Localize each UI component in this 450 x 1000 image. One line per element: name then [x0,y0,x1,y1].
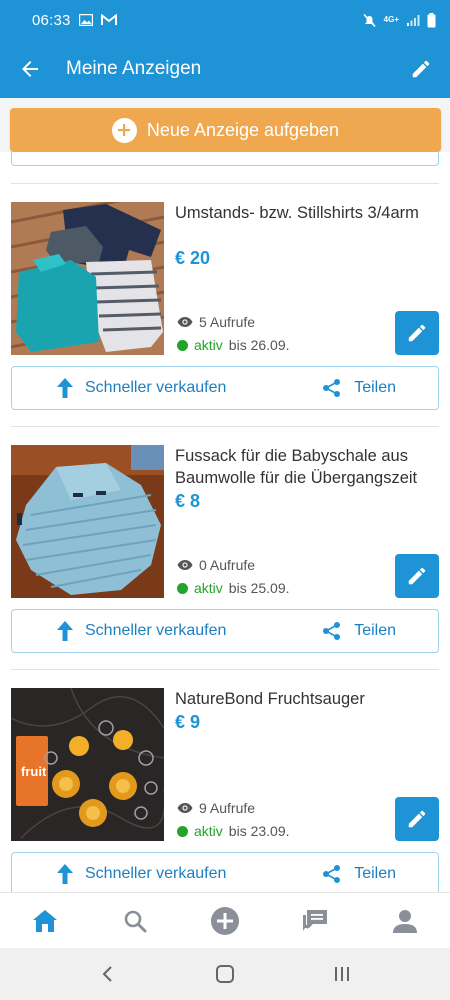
fruit-box-label: fruit [21,764,47,779]
pencil-icon [408,810,426,828]
nav-home[interactable] [20,896,70,946]
share-button[interactable]: Teilen [322,378,396,398]
nav-profile[interactable] [380,896,430,946]
share-button[interactable]: Teilen [322,621,396,641]
page-title: Meine Anzeigen [66,58,202,79]
ad-item[interactable]: Fussack für die Babyschale aus Baumwolle… [0,445,450,675]
new-ad-label: Neue Anzeige aufgeben [146,119,340,140]
divider [11,183,439,184]
ad-price: € 8 [175,491,201,511]
sell-faster-button[interactable]: Schneller verkaufen [57,864,226,884]
back-button[interactable] [0,40,60,98]
eye-icon [177,560,193,570]
ad-photo[interactable] [11,202,164,355]
arrow-up-icon [57,864,73,884]
sell-faster-button[interactable]: Schneller verkaufen [57,621,226,641]
system-recents-button[interactable] [322,954,362,994]
gallery-icon [78,14,93,26]
ad-title[interactable]: Fussack für die Babyschale aus Baumwolle… [175,445,443,489]
ad-actions-bar: Schneller verkaufen Teilen [11,609,439,653]
arrow-up-icon [57,378,73,398]
gmail-icon [100,14,117,25]
ad-price: € 9 [175,712,201,732]
mute-icon [363,13,376,27]
person-icon [393,909,417,933]
ad-views: 5 Aufrufe [177,314,255,330]
nav-messages[interactable] [290,896,340,946]
edit-mode-button[interactable] [392,40,450,98]
ad-photo[interactable] [11,445,164,598]
ad-status: aktiv bis 25.09. [177,580,290,596]
share-button[interactable]: Teilen [322,864,396,884]
divider [11,669,439,670]
sell-faster-button[interactable]: Schneller verkaufen [57,378,226,398]
arrow-up-icon [57,621,73,641]
bottom-nav [0,892,450,948]
edit-ad-button[interactable] [395,797,439,841]
pencil-icon [408,567,426,585]
ad-status: aktiv bis 23.09. [177,823,290,839]
status-dot-icon [177,582,188,594]
pencil-icon [412,60,430,78]
system-home-button[interactable] [205,954,245,994]
plus-icon [111,117,137,143]
ad-price: € 20 [175,248,211,268]
status-dot-icon [177,825,188,837]
network-type: 4G+ [383,15,399,24]
share-icon [323,865,341,883]
add-circle-icon [211,906,239,935]
nav-search[interactable] [110,896,160,946]
edit-ad-button[interactable] [395,311,439,355]
status-time: 06:33 [32,11,71,29]
home-square-icon [215,965,234,983]
battery-icon [427,12,436,27]
share-icon [323,379,341,397]
previous-ad-actions[interactable] [11,152,439,166]
signal-icon [407,15,420,26]
search-icon [124,910,147,932]
divider [11,426,439,427]
system-back-button[interactable] [88,954,128,994]
ad-views: 9 Aufrufe [177,800,255,816]
recents-icon [334,967,349,981]
chat-icon [303,909,327,931]
ad-item[interactable]: Umstands- bzw. Stillshirts 3/4arm € 20 5… [0,202,450,432]
ad-actions-bar: Schneller verkaufen Teilen [11,852,439,892]
share-icon [323,622,341,640]
chevron-left-icon [102,966,113,982]
new-ad-button[interactable]: Neue Anzeige aufgeben [10,108,441,152]
ad-title[interactable]: NatureBond Fruchtsauger [175,688,443,710]
ad-actions-bar: Schneller verkaufen Teilen [11,366,439,410]
system-nav-bar [0,948,450,1000]
ad-list[interactable]: Umstands- bzw. Stillshirts 3/4arm € 20 5… [0,152,450,892]
edit-ad-button[interactable] [395,554,439,598]
home-icon [33,909,57,932]
ad-title[interactable]: Umstands- bzw. Stillshirts 3/4arm [175,202,443,224]
eye-icon [177,803,193,813]
status-bar: 06:33 4G+ [0,0,450,40]
eye-icon [177,317,193,327]
ad-views: 0 Aufrufe [177,557,255,573]
ad-status: aktiv bis 26.09. [177,337,290,353]
status-dot-icon [177,339,188,351]
pencil-icon [408,324,426,342]
ad-item[interactable]: fruit NatureBond Fruchtsauger € 9 9 Aufr… [0,688,450,892]
arrow-back-icon [22,61,38,77]
app-bar: Meine Anzeigen [0,40,450,98]
nav-post[interactable] [200,896,250,946]
ad-photo[interactable]: fruit [11,688,164,841]
